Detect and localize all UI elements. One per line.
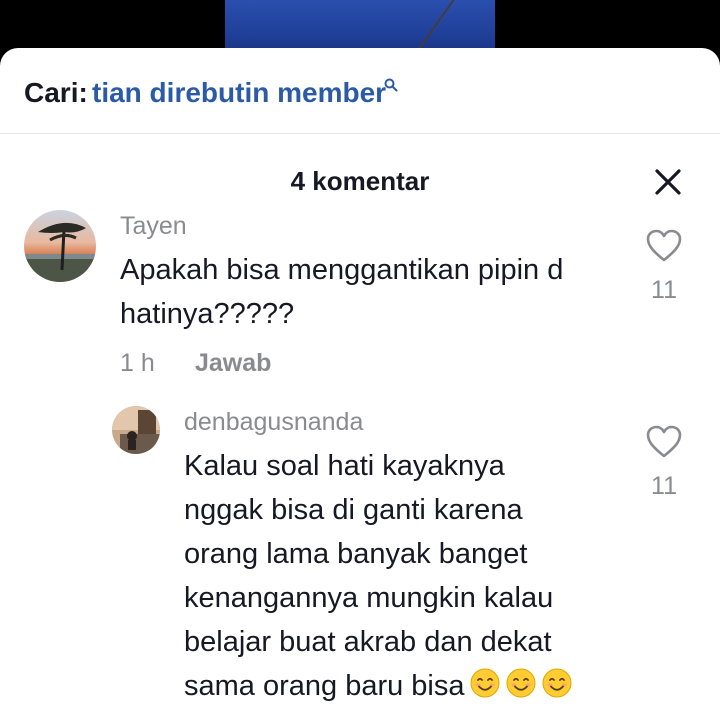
comments-sheet: Cari: tian direbutin member 4 komentar T…: [0, 48, 720, 720]
heart-outline-icon[interactable]: [644, 424, 684, 460]
reply-text-line: nggak bisa di ganti karena: [184, 494, 523, 526]
comment-username[interactable]: Tayen: [120, 212, 187, 241]
comment-text: Apakah bisa menggantikan pipin d hatinya…: [120, 248, 563, 336]
reply-text-line: sama orang baru bisa: [184, 670, 465, 702]
reply-button[interactable]: Jawab: [195, 349, 271, 378]
avatar[interactable]: [24, 210, 96, 282]
reply-text-line: Kalau soal hati kayaknya: [184, 450, 505, 482]
avatar[interactable]: [112, 406, 160, 454]
reply-text: Kalau soal hati kayaknya nggak bisa di g…: [184, 444, 573, 708]
video-thumbnail-detail: [357, 0, 455, 50]
reply-text-line: kenangannya mungkin kalau: [184, 582, 554, 614]
smiling-face-emoji: [542, 668, 571, 698]
reply-text-line: belajar buat akrab dan dekat: [184, 626, 552, 658]
search-query-link[interactable]: tian direbutin member: [92, 77, 386, 109]
reply-last-line: sama orang baru bisa: [184, 664, 573, 708]
emoji-group: [465, 668, 573, 702]
search-icon[interactable]: [384, 78, 398, 92]
reply-username[interactable]: denbagusnanda: [184, 408, 363, 437]
heart-outline-icon[interactable]: [644, 228, 684, 264]
comment-text-line: hatinya?????: [120, 298, 295, 330]
comment-count-title: 4 komentar: [290, 166, 430, 196]
comment-timestamp: 1 h: [120, 349, 155, 377]
search-label: Cari:: [24, 77, 88, 108]
smiling-face-emoji: [470, 668, 499, 698]
close-icon[interactable]: [652, 166, 684, 198]
reply-text-line: orang lama banyak banget: [184, 538, 528, 570]
smiling-face-emoji: [506, 668, 535, 698]
comment-text-line: Apakah bisa menggantikan pipin d: [120, 254, 564, 286]
search-suggestion-bar[interactable]: Cari: tian direbutin member: [0, 48, 720, 134]
like-count: 11: [651, 472, 677, 500]
like-count: 11: [651, 276, 677, 304]
